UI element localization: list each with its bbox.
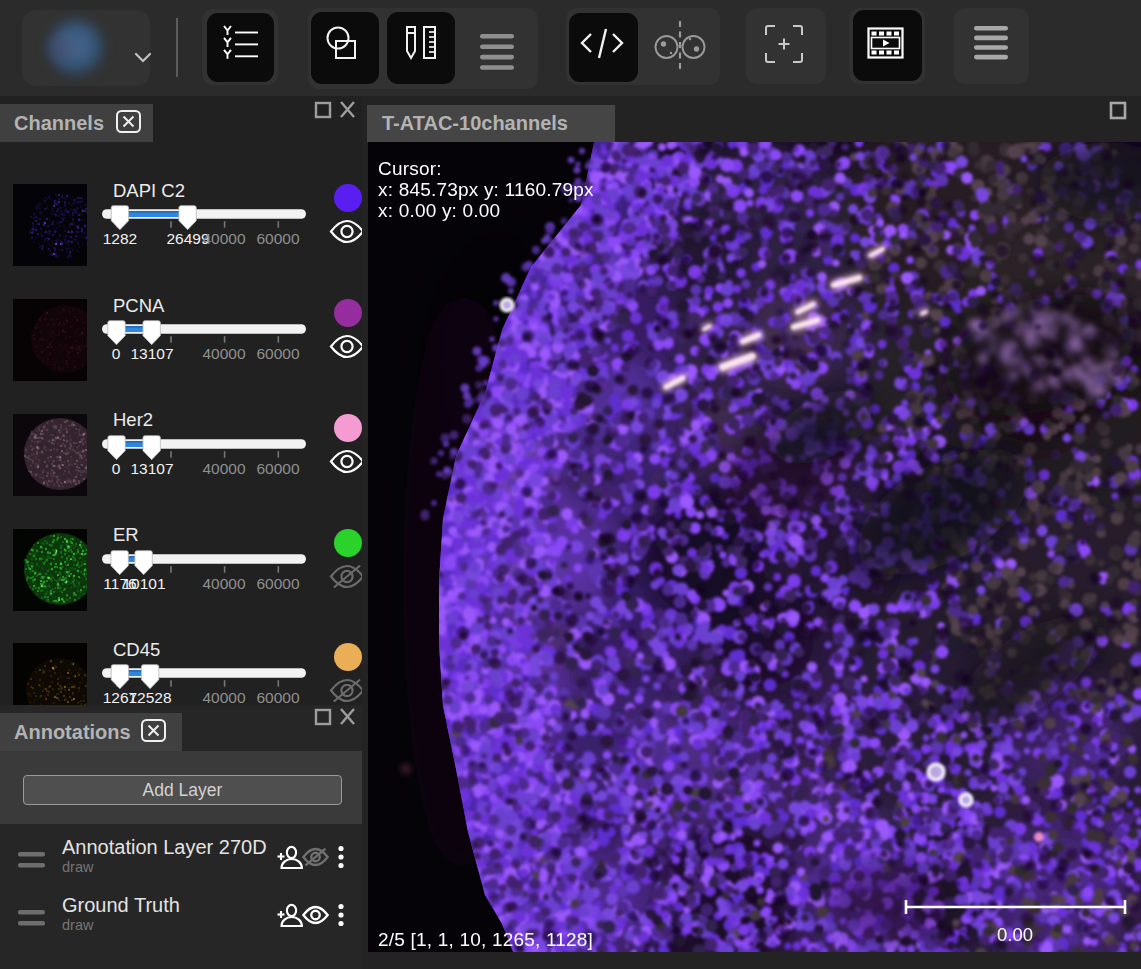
svg-text:0.00: 0.00 [997,924,1033,945]
